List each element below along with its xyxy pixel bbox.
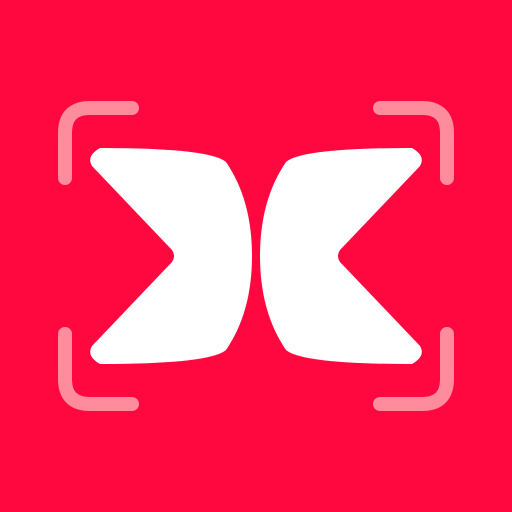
icon-background — [0, 0, 512, 512]
scanner-logo-icon — [0, 0, 512, 512]
app-icon — [0, 0, 512, 512]
